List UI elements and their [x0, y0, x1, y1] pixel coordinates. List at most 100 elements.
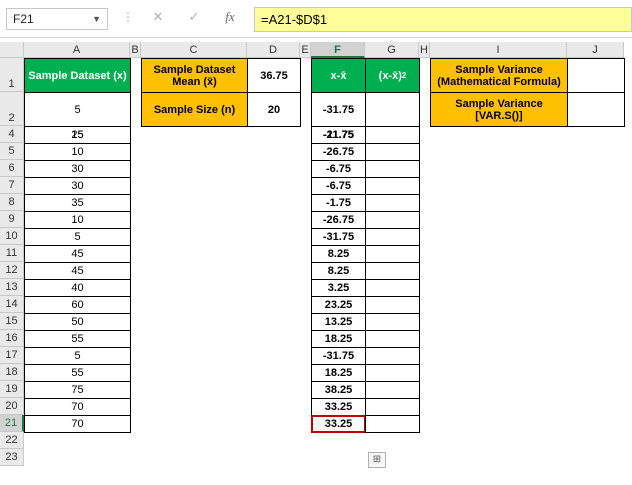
row-header-22[interactable]: 22 — [0, 432, 24, 449]
formula-input[interactable]: =A21-$D$1 — [254, 7, 632, 32]
row-header-8[interactable]: 8 — [0, 194, 24, 211]
table-cell-f9[interactable]: -26.75 — [311, 211, 366, 229]
table-cell-a17[interactable]: 5 — [24, 347, 131, 365]
value-variance-formula[interactable] — [567, 58, 625, 93]
row-header-5[interactable]: 5 — [0, 143, 24, 160]
table-cell-f2[interactable]: -31.75 — [311, 92, 366, 127]
table-cell-g5[interactable] — [365, 143, 420, 161]
label-sample-size[interactable]: Sample Size (n) — [141, 92, 248, 127]
table-cell-f14[interactable]: 23.25 — [311, 296, 366, 314]
table-cell-f12[interactable]: 8.25 — [311, 262, 366, 280]
label-variance-formula[interactable]: Sample Variance (Mathematical Formula) — [430, 58, 568, 93]
table-cell-a13[interactable]: 40 — [24, 279, 131, 297]
table-cell-g11[interactable] — [365, 245, 420, 263]
table-cell-g8[interactable] — [365, 194, 420, 212]
column-header-e[interactable]: E — [300, 42, 311, 58]
select-all-corner[interactable] — [0, 42, 24, 58]
table-cell-a19[interactable]: 75 — [24, 381, 131, 399]
row-header-9[interactable]: 9 — [0, 211, 24, 228]
table-cell-g20[interactable] — [365, 398, 420, 416]
row-header-20[interactable]: 20 — [0, 398, 24, 415]
table-cell-f8[interactable]: -1.75 — [311, 194, 366, 212]
table-cell-g12[interactable] — [365, 262, 420, 280]
column-header-d[interactable]: D — [247, 42, 300, 58]
column-header-c[interactable]: C — [141, 42, 247, 58]
header-squared-deviation[interactable]: (x-x̄) 2 — [365, 58, 420, 93]
table-cell-a10[interactable]: 5 — [24, 228, 131, 246]
table-cell-g6[interactable] — [365, 160, 420, 178]
row-header-19[interactable]: 19 — [0, 381, 24, 398]
table-cell-a7[interactable]: 30 — [24, 177, 131, 195]
row-header-16[interactable]: 16 — [0, 330, 24, 347]
row-header-13[interactable]: 13 — [0, 279, 24, 296]
table-cell-f10[interactable]: -31.75 — [311, 228, 366, 246]
table-cell-f11[interactable]: 8.25 — [311, 245, 366, 263]
table-cell-a15[interactable]: 50 — [24, 313, 131, 331]
table-cell-a8[interactable]: 35 — [24, 194, 131, 212]
row-header-17[interactable]: 17 — [0, 347, 24, 364]
table-cell-g7[interactable] — [365, 177, 420, 195]
column-header-h[interactable]: H — [419, 42, 430, 58]
table-cell-a11[interactable]: 45 — [24, 245, 131, 263]
table-cell-f15[interactable]: 13.25 — [311, 313, 366, 331]
label-sample-mean[interactable]: Sample Dataset Mean (x̄) — [141, 58, 248, 93]
column-header-b[interactable]: B — [130, 42, 141, 58]
table-cell-a9[interactable]: 10 — [24, 211, 131, 229]
row-header-11[interactable]: 11 — [0, 245, 24, 262]
table-cell-g14[interactable] — [365, 296, 420, 314]
table-cell-f18[interactable]: 18.25 — [311, 364, 366, 382]
table-cell-f7[interactable]: -6.75 — [311, 177, 366, 195]
table-cell-g21[interactable] — [365, 415, 420, 433]
table-cell-f5[interactable]: -26.75 — [311, 143, 366, 161]
table-cell-g19[interactable] — [365, 381, 420, 399]
column-header-a[interactable]: A — [24, 42, 130, 58]
table-cell-g15[interactable] — [365, 313, 420, 331]
table-cell-f4[interactable]: -11.75 — [311, 126, 366, 144]
autofill-options-icon[interactable]: ⊞ — [368, 452, 386, 468]
row-header-23[interactable]: 23 — [0, 449, 24, 466]
table-cell-f13[interactable]: 3.25 — [311, 279, 366, 297]
table-cell-f6[interactable]: -6.75 — [311, 160, 366, 178]
value-sample-mean[interactable]: 36.75 — [247, 58, 301, 93]
table-cell-a2[interactable]: 5 — [24, 92, 131, 127]
row-header-18[interactable]: 18 — [0, 364, 24, 381]
table-cell-f16[interactable]: 18.25 — [311, 330, 366, 348]
row-header-15[interactable]: 15 — [0, 313, 24, 330]
table-cell-a20[interactable]: 70 — [24, 398, 131, 416]
table-cell-g13[interactable] — [365, 279, 420, 297]
active-cell-f21[interactable]: 33.25 — [311, 415, 366, 433]
table-cell-g17[interactable] — [365, 347, 420, 365]
value-sample-size[interactable]: 20 — [247, 92, 301, 127]
table-cell-f17[interactable]: -31.75 — [311, 347, 366, 365]
table-cell-a14[interactable]: 60 — [24, 296, 131, 314]
table-cell-f20[interactable]: 33.25 — [311, 398, 366, 416]
table-cell-a5[interactable]: 10 — [24, 143, 131, 161]
chevron-down-icon[interactable]: ▼ — [92, 9, 101, 29]
table-cell-a21[interactable]: 70 — [24, 415, 131, 433]
table-cell-g9[interactable] — [365, 211, 420, 229]
row-header-10[interactable]: 10 — [0, 228, 24, 245]
header-sample-dataset[interactable]: Sample Dataset (x) — [24, 58, 131, 93]
table-cell-a18[interactable]: 55 — [24, 364, 131, 382]
row-header-12[interactable]: 12 — [0, 262, 24, 279]
table-cell-a6[interactable]: 30 — [24, 160, 131, 178]
function-icon[interactable]: fx — [220, 9, 240, 25]
header-deviation[interactable]: x-x̄ — [311, 58, 366, 93]
column-header-j[interactable]: J — [567, 42, 624, 58]
table-cell-g10[interactable] — [365, 228, 420, 246]
row-header-7[interactable]: 7 — [0, 177, 24, 194]
value-variance-vars[interactable] — [567, 92, 625, 127]
table-cell-a16[interactable]: 55 — [24, 330, 131, 348]
column-header-i[interactable]: I — [430, 42, 567, 58]
row-header-6[interactable]: 6 — [0, 160, 24, 177]
table-cell-a4[interactable]: 25 — [24, 126, 131, 144]
row-header-1[interactable]: 1 — [0, 58, 24, 92]
row-header-14[interactable]: 14 — [0, 296, 24, 313]
row-header-4[interactable]: 4 — [0, 126, 24, 143]
row-header-2[interactable]: 2 — [0, 92, 24, 126]
table-cell-f19[interactable]: 38.25 — [311, 381, 366, 399]
label-variance-vars[interactable]: Sample Variance [VAR.S()] — [430, 92, 568, 127]
column-header-g[interactable]: G — [365, 42, 419, 58]
table-cell-a12[interactable]: 45 — [24, 262, 131, 280]
row-header-21[interactable]: 21 — [0, 415, 24, 432]
